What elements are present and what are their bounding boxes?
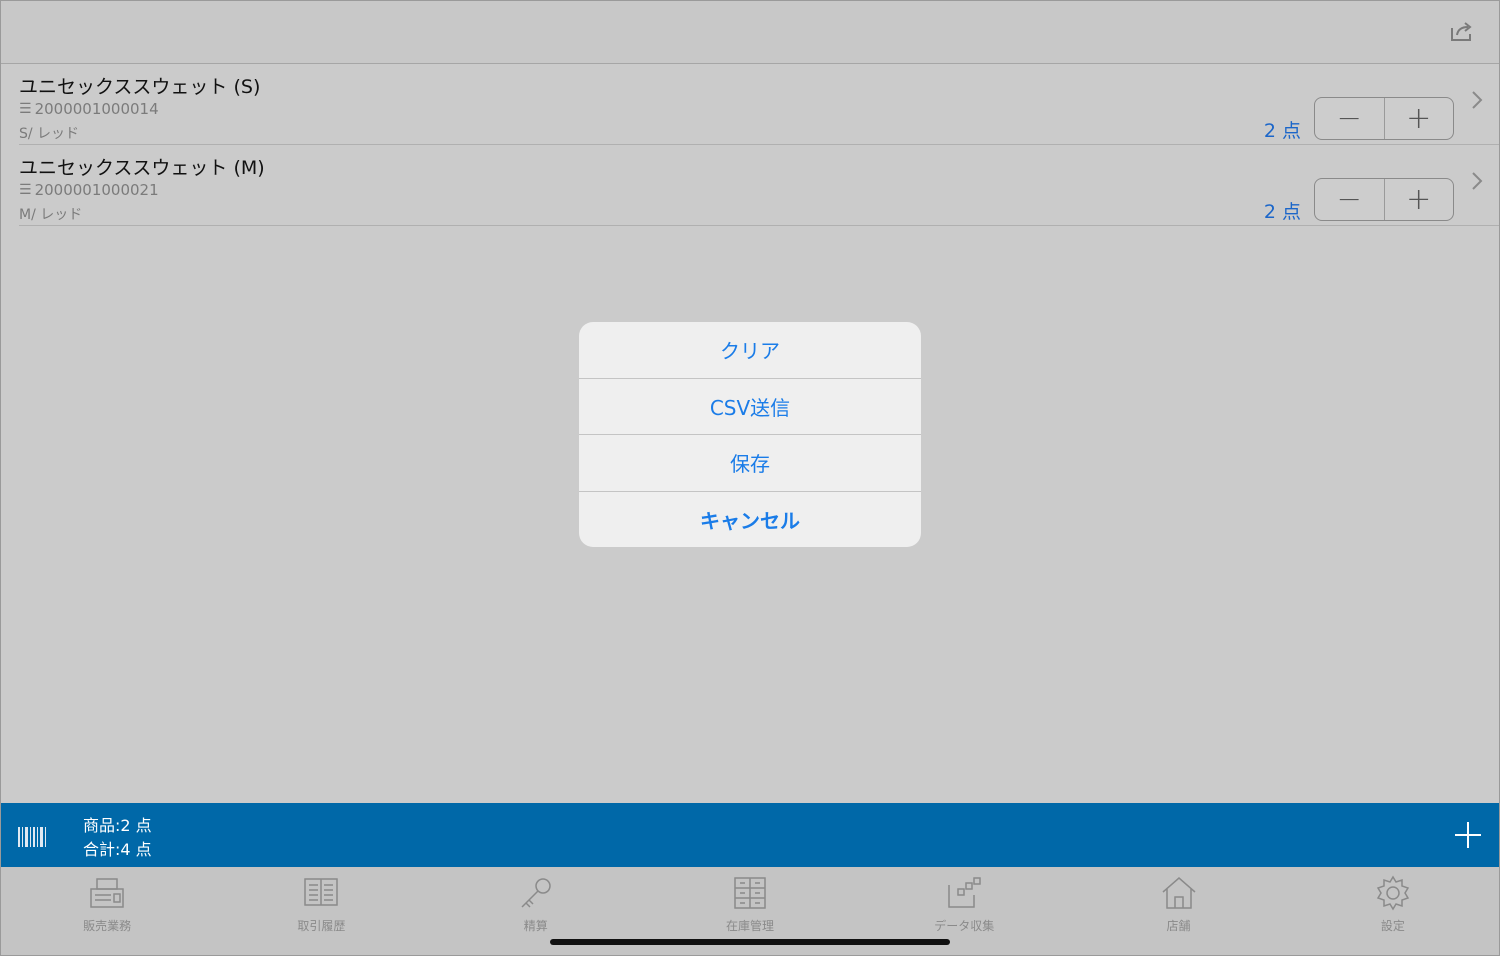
chevron-right-icon[interactable] [1471,171,1483,191]
data-collection-icon [948,877,982,908]
action-sheet: クリア CSV送信 保存 キャンセル [579,322,921,547]
home-indicator [550,939,950,945]
plus-icon[interactable] [1454,821,1482,849]
tab-settings[interactable]: 設定 [1286,867,1500,956]
barcode-icon: ☰ [19,101,32,117]
list-item[interactable]: ユニセックススウェット (M) ☰ 2000001000021 M/ レッド 2… [19,145,1500,226]
increment-button[interactable]: + [1385,179,1454,220]
tab-sales[interactable]: 販売業務 [0,867,214,956]
inventory-icon [734,877,766,909]
product-variant: M/ レッド [19,207,83,223]
quantity-stepper[interactable]: − + [1314,97,1454,140]
product-variant: S/ レッド [19,126,80,142]
quantity-label: 2 点 [1263,120,1301,142]
chevron-right-icon[interactable] [1471,90,1483,110]
product-name: ユニセックススウェット (S) [19,76,261,98]
navigation-bar [0,0,1500,64]
summary-bar: 商品:2 点 合計:4 点 [0,803,1500,867]
register-icon [90,878,124,908]
tab-label: 取引履歴 [297,919,346,933]
csv-send-button[interactable]: CSV送信 [579,379,921,435]
product-name: ユニセックススウェット (M) [19,157,265,179]
barcode-number: 2000001000021 [34,181,159,199]
tab-label: データ収集 [934,919,995,933]
tab-label: 設定 [1380,919,1405,933]
tab-label: 精算 [523,919,548,933]
summary-text: 商品:2 点 合計:4 点 [83,814,152,862]
tab-store[interactable]: 店舗 [1071,867,1285,956]
product-list: ユニセックススウェット (S) ☰ 2000001000014 S/ レッド 2… [0,64,1500,226]
tab-label: 在庫管理 [725,919,774,933]
barcode-scan-icon[interactable] [17,825,47,849]
tab-label: 店舗 [1166,919,1191,933]
decrement-button[interactable]: − [1315,179,1385,220]
clear-button[interactable]: クリア [579,322,921,379]
quantity-label: 2 点 [1263,201,1301,223]
barcode-number: 2000001000014 [34,100,159,118]
total-count: 合計:4 点 [83,840,152,859]
list-item[interactable]: ユニセックススウェット (S) ☰ 2000001000014 S/ レッド 2… [19,64,1500,145]
tab-label: 販売業務 [83,919,132,933]
ledger-icon [304,878,339,906]
cancel-button[interactable]: キャンセル [579,492,921,548]
product-barcode: ☰ 2000001000021 [19,181,159,199]
gear-icon [1376,875,1409,911]
product-barcode: ☰ 2000001000014 [19,100,159,118]
store-icon [1162,877,1196,909]
key-icon [521,878,551,908]
share-icon[interactable] [1450,20,1474,42]
quantity-stepper[interactable]: − + [1314,178,1454,221]
tab-history[interactable]: 取引履歴 [214,867,428,956]
barcode-icon: ☰ [19,182,32,198]
increment-button[interactable]: + [1385,98,1454,139]
item-count: 商品:2 点 [83,816,152,835]
decrement-button[interactable]: − [1315,98,1385,139]
save-button[interactable]: 保存 [579,435,921,492]
